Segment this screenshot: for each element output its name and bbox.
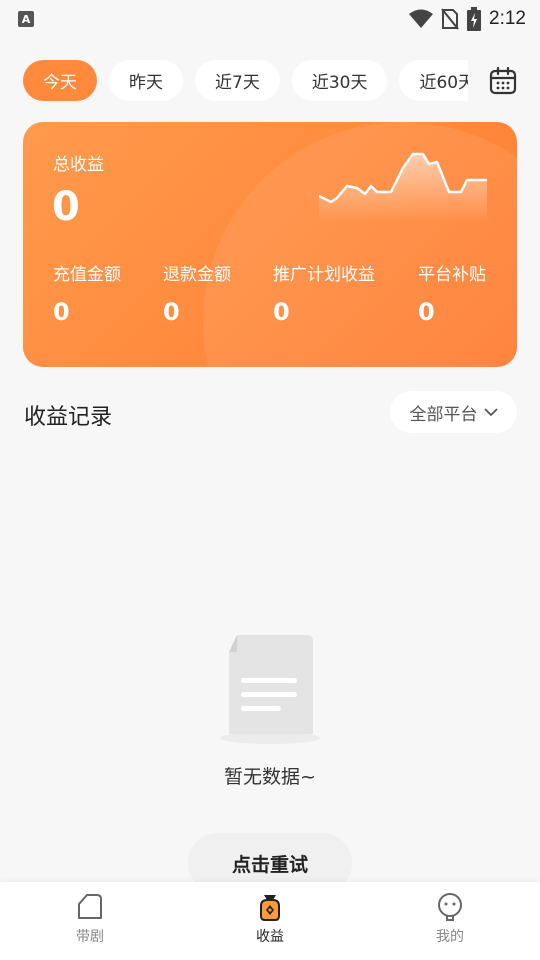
empty-document-icon	[220, 635, 320, 744]
bottom-navigation: 带剧 收益 我的	[0, 882, 540, 960]
stat-platform-subsidy: 平台补贴 0	[418, 260, 486, 326]
tab-today[interactable]: 今天	[23, 60, 97, 101]
tab-last-60-days[interactable]: 近60天	[399, 60, 468, 101]
stat-label: 充值金额	[53, 265, 121, 285]
total-earnings-label: 总收益	[53, 155, 104, 175]
stat-value: 0	[273, 298, 290, 326]
nav-label: 带剧	[76, 929, 104, 945]
nav-item-drama[interactable]: 带剧	[30, 882, 150, 960]
date-range-tabs: 今天 昨天 近7天 近30天 近60天	[23, 60, 468, 101]
total-earnings-value: 0	[52, 184, 80, 230]
chevron-down-icon	[483, 408, 498, 417]
status-bar: A 2:12	[0, 0, 540, 38]
stat-recharge: 充值金额 0	[53, 260, 121, 326]
platform-filter-select[interactable]: 全部平台	[390, 391, 517, 433]
stat-label: 平台补贴	[418, 265, 486, 285]
nav-item-mine[interactable]: 我的	[390, 882, 510, 960]
nav-item-earnings[interactable]: 收益	[210, 882, 330, 960]
status-time: 2:12	[489, 8, 526, 29]
stat-label: 推广计划收益	[273, 265, 375, 285]
empty-state-message: 暂无数据~	[224, 766, 316, 788]
nav-label: 我的	[436, 929, 464, 945]
profile-face-icon	[438, 893, 462, 921]
platform-filter-label: 全部平台	[409, 404, 478, 425]
earnings-summary-card: 总收益 0 充值金额 0 退款金额 0 推广计划收益 0 平台补贴 0	[23, 122, 517, 367]
trend-sparkline-icon	[319, 152, 487, 222]
tab-last-7-days[interactable]: 近7天	[195, 60, 280, 101]
stat-value: 0	[53, 298, 70, 326]
money-bag-icon	[260, 895, 280, 921]
notification-a-icon: A	[18, 11, 34, 27]
stat-promotion: 推广计划收益 0	[273, 260, 375, 326]
home-box-icon	[78, 894, 102, 919]
tab-yesterday[interactable]: 昨天	[109, 60, 183, 101]
nav-label: 收益	[256, 929, 284, 945]
stat-label: 退款金额	[163, 265, 231, 285]
tab-last-30-days[interactable]: 近30天	[291, 60, 388, 101]
stat-value: 0	[418, 298, 435, 326]
battery-charging-icon	[467, 7, 482, 31]
stat-refund: 退款金额 0	[163, 260, 231, 326]
records-title: 收益记录	[24, 405, 113, 430]
stat-value: 0	[163, 298, 180, 326]
calendar-button[interactable]	[488, 66, 518, 96]
wifi-icon	[409, 9, 434, 28]
no-sim-icon	[441, 8, 459, 30]
calendar-icon	[489, 67, 517, 95]
